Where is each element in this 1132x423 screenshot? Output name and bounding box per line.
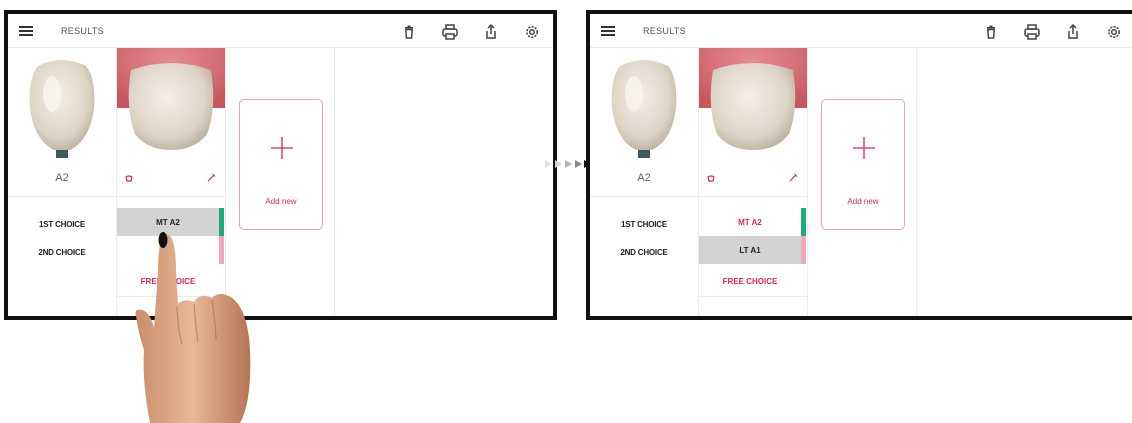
top-bar: RESULTS: [590, 14, 1132, 48]
tooth-photo-image: [117, 48, 225, 160]
second-choice-label: 2ND CHOICE: [620, 248, 668, 257]
printer-icon[interactable]: [1023, 23, 1041, 41]
first-choice-shade[interactable]: MT A2: [699, 208, 801, 236]
gear-icon[interactable]: [1105, 23, 1123, 41]
second-choice-shade[interactable]: LT A1: [699, 236, 801, 264]
pencil-icon[interactable]: [787, 172, 799, 184]
first-choice-indicator: [801, 208, 806, 236]
add-new-card[interactable]: Add new: [239, 99, 323, 230]
gear-icon[interactable]: [523, 23, 541, 41]
plus-icon: [850, 134, 878, 162]
top-bar: RESULTS: [8, 14, 553, 48]
tapping-hand-image: [128, 232, 268, 423]
page-title: RESULTS: [61, 26, 104, 36]
tooth-marker-icon[interactable]: [123, 172, 135, 184]
free-choice-option[interactable]: FREE CHOICE: [699, 267, 801, 295]
tooth-marker-icon[interactable]: [705, 172, 717, 184]
shade-label-column: A2 1ST CHOICE 2ND CHOICE: [8, 48, 117, 316]
tooth-photo-image: [699, 48, 807, 160]
plus-icon: [268, 134, 296, 162]
first-choice-label: 1ST CHOICE: [38, 220, 85, 229]
second-choice-indicator: [801, 236, 806, 264]
share-icon[interactable]: [482, 23, 500, 41]
screen-after: RESULTS A2 1ST CHOICE 2ND CHOICE MT A2 L…: [586, 10, 1132, 320]
share-icon[interactable]: [1064, 23, 1082, 41]
printer-icon[interactable]: [441, 23, 459, 41]
shade-choice-column: MT A2 LT A1 FREE CHOICE: [699, 48, 808, 316]
shade-value: A2: [637, 172, 651, 184]
menu-icon[interactable]: [601, 25, 615, 37]
shade-value: A2: [55, 172, 69, 184]
tooth-crown-image: [590, 48, 698, 160]
second-choice-label: 2ND CHOICE: [38, 248, 86, 257]
add-new-label: Add new: [265, 197, 297, 206]
add-new-card[interactable]: Add new: [821, 99, 905, 230]
trash-icon[interactable]: [982, 23, 1000, 41]
add-column: Add new: [808, 48, 917, 316]
page-title: RESULTS: [643, 26, 686, 36]
add-new-label: Add new: [847, 197, 879, 206]
shade-label-column: A2 1ST CHOICE 2ND CHOICE: [590, 48, 699, 316]
menu-icon[interactable]: [19, 25, 33, 37]
screen-before: RESULTS A2 1ST CHOICE 2ND CHOICE MT A2 A…: [4, 10, 557, 320]
tooth-crown-image: [8, 48, 116, 160]
pencil-icon[interactable]: [205, 172, 217, 184]
trash-icon[interactable]: [400, 23, 418, 41]
first-choice-label: 1ST CHOICE: [620, 220, 667, 229]
